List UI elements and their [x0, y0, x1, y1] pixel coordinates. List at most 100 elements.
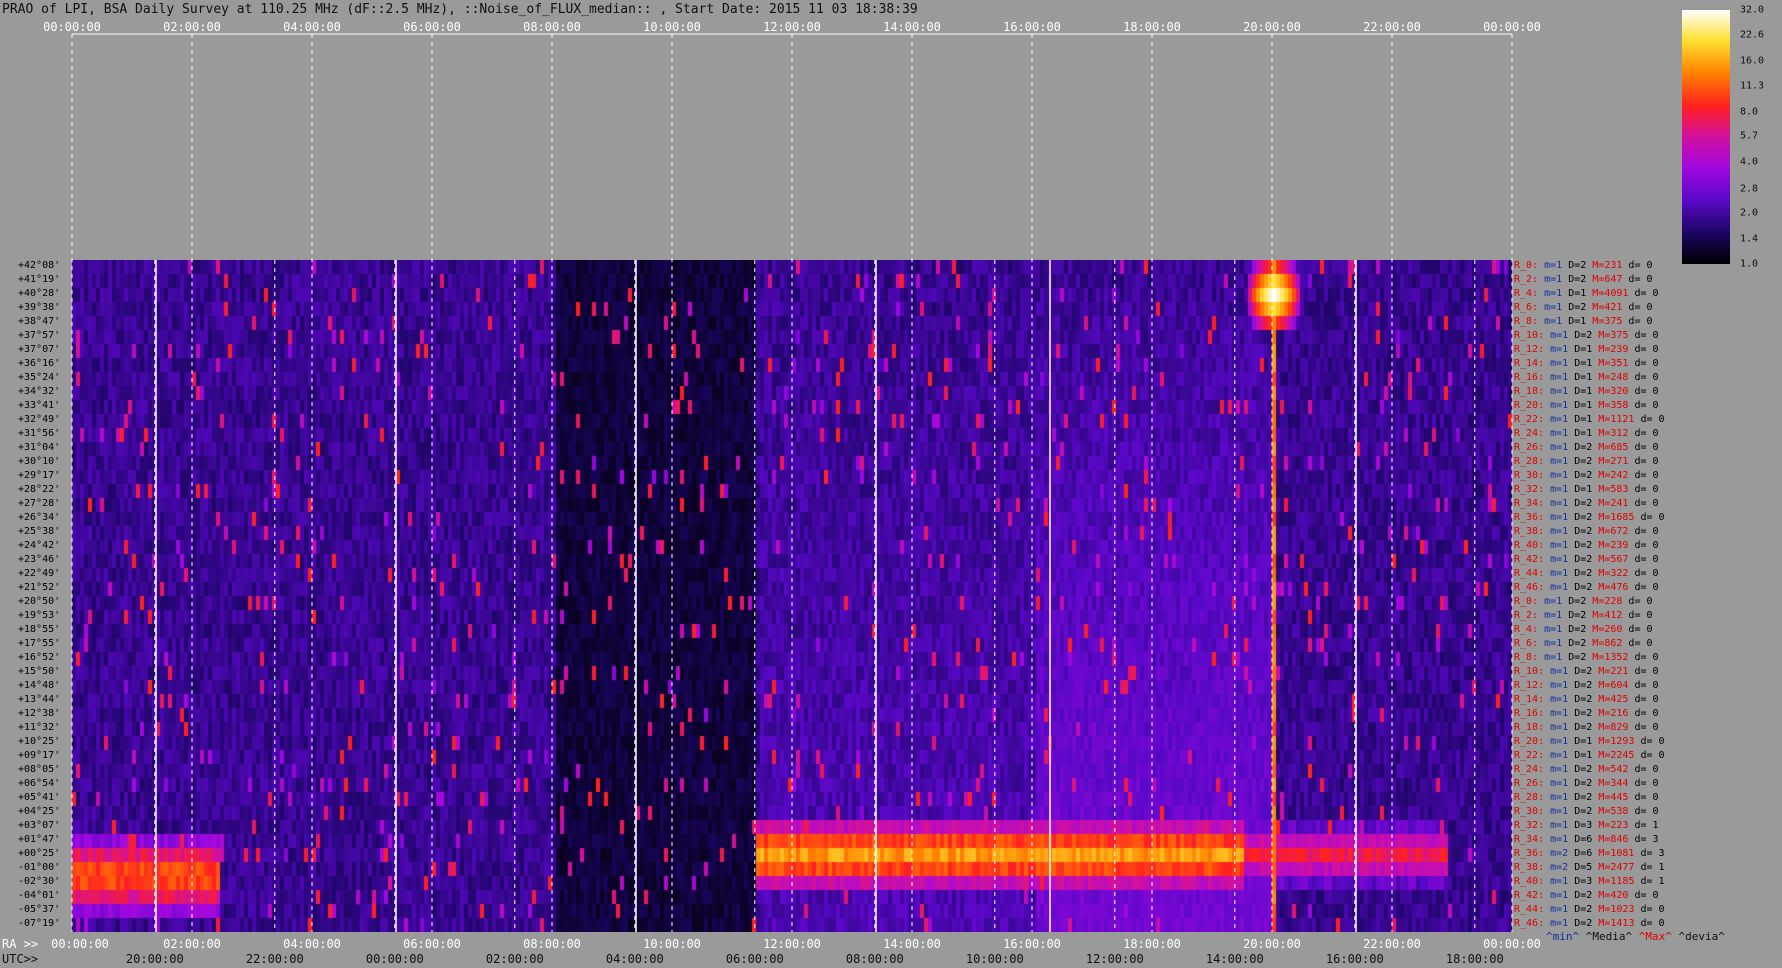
- stat-d: D=2: [1574, 778, 1599, 789]
- stat-dv: d= 0: [1634, 344, 1659, 355]
- top-tick-label: 14:00:00: [883, 20, 941, 34]
- stat-n: R_26:: [1514, 778, 1551, 789]
- stat-mx: M=223: [1598, 820, 1635, 831]
- stat-d: D=1: [1574, 484, 1599, 495]
- dec-label: +40°28': [18, 288, 61, 299]
- stat-row: R_12: m=1 D=1 M=239 d= 0: [1514, 344, 1659, 356]
- stat-row: R_32: m=1 D=1 M=583 d= 0: [1514, 484, 1659, 496]
- stat-m: m=1: [1550, 708, 1575, 719]
- colorbar-tick-label: 1.4: [1740, 233, 1759, 245]
- dec-label: +42°08': [18, 260, 61, 271]
- dec-label: +33°41': [18, 400, 61, 411]
- colorbar: [1682, 10, 1730, 264]
- stat-d: D=2: [1574, 512, 1599, 523]
- stat-n: R_12:: [1514, 344, 1551, 355]
- utc-tick-label: 14:00:00: [1205, 952, 1264, 966]
- top-tick-label: 06:00:00: [403, 20, 461, 34]
- stat-dv: d= 0: [1634, 540, 1659, 551]
- stat-mx: M=476: [1598, 582, 1635, 593]
- top-tick-label: 18:00:00: [1123, 20, 1181, 34]
- stat-m: m=1: [1544, 302, 1569, 313]
- stat-d: D=2: [1574, 764, 1599, 775]
- dec-label: -02°30': [18, 876, 61, 887]
- stat-row: R_14: m=1 D=1 M=351 d= 0: [1514, 358, 1659, 370]
- dec-label: +37°57': [18, 330, 61, 341]
- stat-n: R_2:: [1514, 610, 1545, 621]
- stat-m: m=1: [1550, 890, 1575, 901]
- colorbar-tick-label: 16.0: [1740, 55, 1765, 67]
- stat-d: D=2: [1574, 568, 1599, 579]
- stat-m: m=1: [1550, 512, 1575, 523]
- stat-mx: M=228: [1592, 596, 1629, 607]
- stat-dv: d= 0: [1640, 904, 1665, 915]
- stat-m: m=1: [1550, 904, 1575, 915]
- chart-title: PRAO of LPI, BSA Daily Survey at 110.25 …: [2, 2, 918, 17]
- stat-row: R_22: m=1 D=1 M=2245 d= 0: [1514, 750, 1665, 762]
- stat-row: R_10: m=1 D=2 M=221 d= 0: [1514, 666, 1659, 678]
- stat-d: D=2: [1574, 470, 1599, 481]
- stat-mx: M=846: [1598, 834, 1635, 845]
- stat-m: m=1: [1550, 386, 1575, 397]
- stat-row: R_6: m=1 D=2 M=421 d= 0: [1514, 302, 1653, 314]
- stat-dv: d= 0: [1634, 456, 1659, 467]
- stat-mx: M=2245: [1598, 750, 1641, 761]
- dec-label: +35°24': [18, 372, 61, 383]
- stat-m: m=1: [1550, 344, 1575, 355]
- stat-n: R_36:: [1514, 512, 1551, 523]
- stat-d: D=6: [1574, 834, 1599, 845]
- stat-mx: M=420: [1598, 890, 1635, 901]
- dec-label: +14°48': [18, 680, 61, 691]
- stat-n: R_0:: [1514, 260, 1545, 271]
- stat-row: R_46: m=1 D=2 M=476 d= 0: [1514, 582, 1659, 594]
- stat-d: D=2: [1568, 260, 1593, 271]
- dec-label: +32°49': [18, 414, 61, 425]
- stat-m: m=1: [1550, 442, 1575, 453]
- stat-d: D=2: [1574, 330, 1599, 341]
- stat-dv: d= 3: [1634, 834, 1659, 845]
- stat-m: m=1: [1544, 610, 1569, 621]
- stat-d: D=2: [1568, 638, 1593, 649]
- stat-d: D=2: [1574, 890, 1599, 901]
- stat-dv: d= 0: [1634, 554, 1659, 565]
- stat-dv: d= 0: [1634, 568, 1659, 579]
- stat-m: m=1: [1550, 358, 1575, 369]
- stat-n: R_34:: [1514, 498, 1551, 509]
- dec-label: +36°16': [18, 358, 61, 369]
- dec-label: +23°46': [18, 554, 61, 565]
- stat-mx: M=239: [1598, 344, 1635, 355]
- stat-dv: d= 0: [1634, 778, 1659, 789]
- stat-row: R_20: m=1 D=1 M=1293 d= 0: [1514, 736, 1665, 748]
- stat-mx: M=351: [1598, 358, 1635, 369]
- stat-dv: d= 0: [1628, 596, 1653, 607]
- dec-label: +17°55': [18, 638, 61, 649]
- dec-label: +37°07': [18, 344, 61, 355]
- stat-row: R_40: m=1 D=2 M=239 d= 0: [1514, 540, 1659, 552]
- stat-n: R_14:: [1514, 694, 1551, 705]
- stat-mx: M=375: [1592, 316, 1629, 327]
- stat-row: R_28: m=1 D=2 M=445 d= 0: [1514, 792, 1659, 804]
- top-tick-label: 04:00:00: [283, 20, 341, 34]
- utc-tick-label: 16:00:00: [1325, 952, 1384, 966]
- colorbar-tick-label: 32.0: [1740, 4, 1765, 16]
- stat-d: D=2: [1574, 904, 1599, 915]
- stat-dv: d= 0: [1634, 708, 1659, 719]
- dec-label: -07°19': [18, 918, 61, 929]
- stat-dv: d= 0: [1634, 890, 1659, 901]
- dec-label: +04°25': [18, 806, 61, 817]
- stat-n: R_46:: [1514, 918, 1551, 929]
- stat-n: R_8:: [1514, 652, 1545, 663]
- stat-dv: d= 0: [1640, 750, 1665, 761]
- stat-dv: d= 0: [1628, 260, 1653, 271]
- stat-dv: d= 0: [1634, 652, 1659, 663]
- stat-d: D=2: [1568, 652, 1593, 663]
- utc-tick-label: 10:00:00: [965, 952, 1024, 966]
- utc-tick-label: 02:00:00: [485, 952, 544, 966]
- stat-dv: d= 0: [1634, 764, 1659, 775]
- stat-row: R_34: m=1 D=6 M=846 d= 3: [1514, 834, 1659, 846]
- dec-label: +10°25': [18, 736, 61, 747]
- stat-mx: M=1121: [1598, 414, 1641, 425]
- stat-dv: d= 0: [1634, 330, 1659, 341]
- stat-d: D=1: [1574, 414, 1599, 425]
- dec-label: +09°17': [18, 750, 61, 761]
- ra-tick-label: 02:00:00: [163, 937, 221, 951]
